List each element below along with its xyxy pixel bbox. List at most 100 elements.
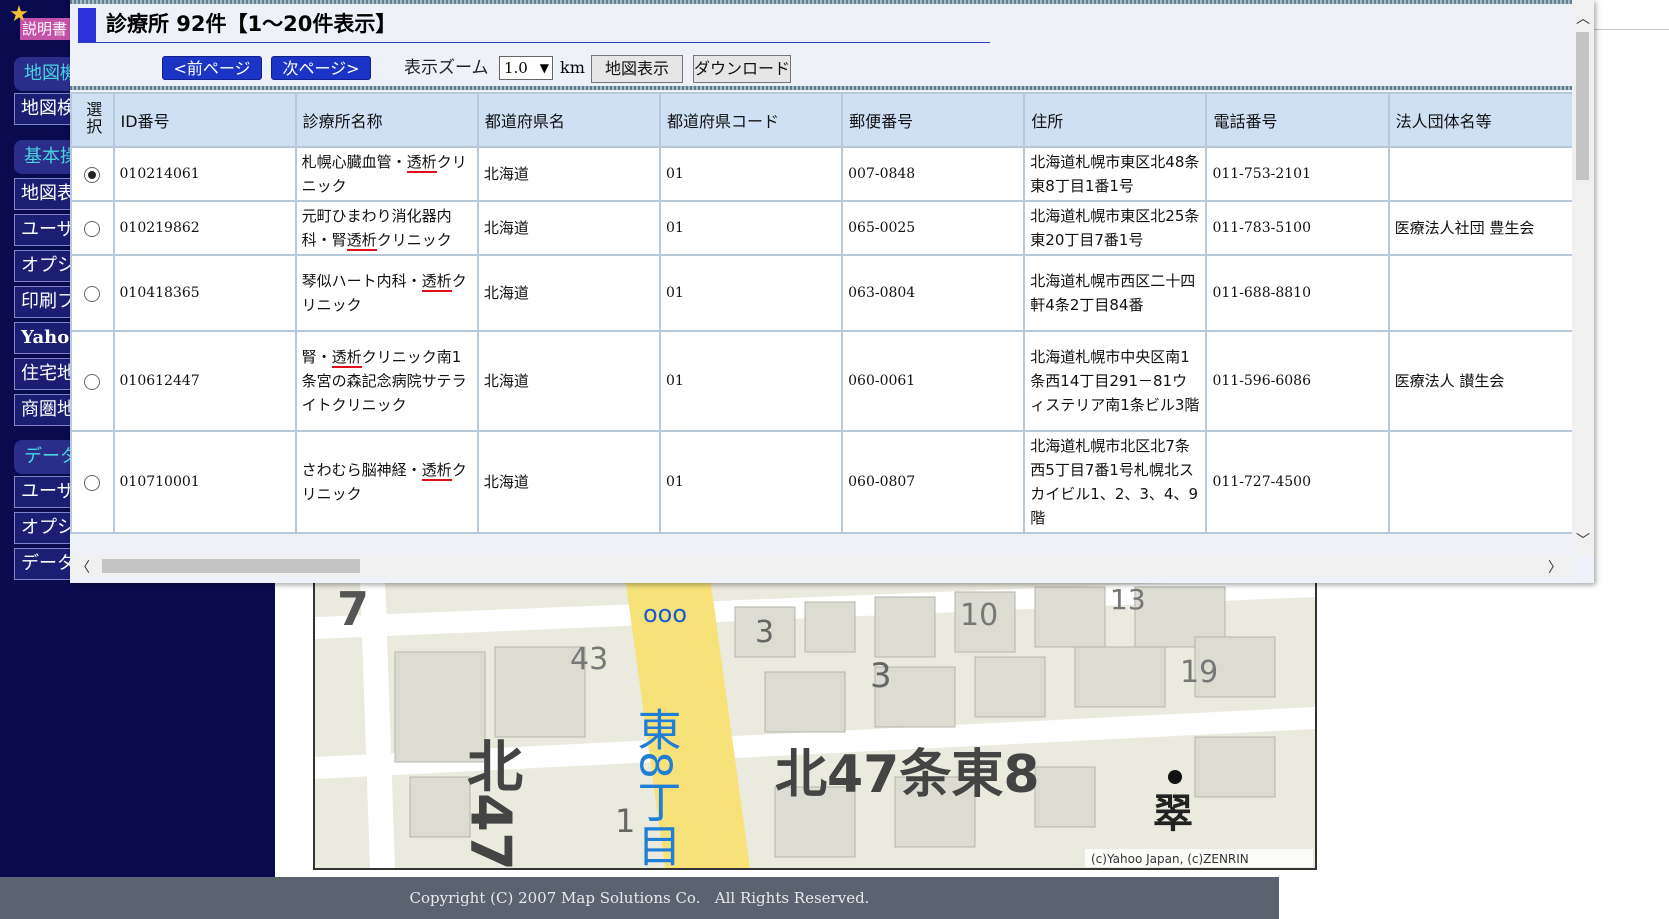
map-label-43: 43 <box>570 642 608 677</box>
scroll-down-icon[interactable]: ﹀ <box>1572 530 1594 550</box>
row-select-cell[interactable] <box>70 200 115 256</box>
cell-id: 010710001 <box>112 430 297 534</box>
zoom-label: 表示ズーム <box>404 58 489 78</box>
prev-page-button[interactable]: <前ページ <box>162 56 262 80</box>
next-page-button[interactable]: 次ページ> <box>271 56 371 80</box>
table-row[interactable]: 010612447 腎・透析クリニック南1条宮の森記念病院サテライトクリニック 北海… <box>70 330 1572 432</box>
name-suffix: クリニック <box>376 231 452 249</box>
cell-corporation <box>1387 254 1572 332</box>
col-header-corporation: 法人団体名等 <box>1387 92 1572 148</box>
name-highlight: 透析 <box>331 348 362 368</box>
title-bar: 診療所 92件【1～20件表示】 <box>78 8 990 43</box>
cell-name: さわむら脳神経・透析クリニック <box>294 430 479 534</box>
cell-corporation: 医療法人社団 豊生会 <box>1387 200 1572 256</box>
cell-name: 腎・透析クリニック南1条宮の森記念病院サテライトクリニック <box>294 330 479 432</box>
name-highlight: 透析 <box>421 461 452 481</box>
row-select-cell[interactable] <box>70 430 115 534</box>
clinic-table: 選択 ID番号 診療所名称 都道府県名 都道府県コード 郵便番号 住所 電話番号… <box>70 92 1572 534</box>
cell-zip: 007-0848 <box>841 146 1026 202</box>
row-radio-button[interactable] <box>84 220 101 237</box>
map-label-19: 19 <box>1180 655 1218 690</box>
name-prefix: さわむら脳神経・ <box>301 461 422 479</box>
table-viewport[interactable]: 選択 ID番号 診療所名称 都道府県名 都道府県コード 郵便番号 住所 電話番号… <box>70 92 1572 555</box>
zoom-value: 1.0 <box>504 59 528 77</box>
cell-id: 010219862 <box>112 200 297 256</box>
vertical-scrollbar[interactable]: ︿ ﹀ <box>1572 0 1594 555</box>
col-header-name: 診療所名称 <box>294 92 479 148</box>
scroll-left-icon[interactable]: 〈 <box>76 557 90 577</box>
cell-phone: 011-596-6086 <box>1205 330 1390 432</box>
cell-phone: 011-783-5100 <box>1205 200 1390 256</box>
scroll-up-icon[interactable]: ︿ <box>1572 8 1594 28</box>
cell-prefecture-code: 01 <box>658 430 844 534</box>
footer-copyright: Copyright (C) 2007 Map Solutions Co. All… <box>409 889 870 907</box>
cell-corporation <box>1387 146 1572 202</box>
zoom-unit: km <box>560 58 585 77</box>
name-prefix: 琴似ハート内科・ <box>301 272 422 290</box>
subway-icon: ooo <box>643 600 687 628</box>
frame-line <box>1592 29 1669 30</box>
row-radio-button[interactable] <box>84 474 101 491</box>
download-button[interactable]: ダウンロード <box>693 55 791 83</box>
col-header-address: 住所 <box>1023 92 1208 148</box>
row-select-cell[interactable] <box>70 254 115 332</box>
cell-prefecture: 北海道 <box>476 430 661 534</box>
cell-zip: 063-0804 <box>841 254 1026 332</box>
cell-prefecture: 北海道 <box>476 330 661 432</box>
cell-zip: 060-0807 <box>841 430 1026 534</box>
cell-prefecture-code: 01 <box>658 254 844 332</box>
col-header-phone: 電話番号 <box>1205 92 1390 148</box>
map-area-name: 北47条東8 <box>775 745 1040 805</box>
cell-zip: 060-0061 <box>841 330 1026 432</box>
cell-phone: 011-727-4500 <box>1205 430 1390 534</box>
cell-prefecture: 北海道 <box>476 254 661 332</box>
scroll-right-icon[interactable]: 〉 <box>1548 557 1562 577</box>
map-view[interactable]: 7 ooo 3 10 13 43 3 19 東8丁目 北47 1 北47条東8 … <box>313 575 1317 870</box>
cell-address: 北海道札幌市中央区南1条西14丁目291－81ウィステリア南1条ビル3階 <box>1023 330 1208 432</box>
cell-id: 010214061 <box>112 146 297 202</box>
col-header-prefecture-code: 都道府県コード <box>658 92 844 148</box>
cell-prefecture-code: 01 <box>658 330 844 432</box>
map-label-13: 13 <box>1110 583 1146 616</box>
vertical-scroll-thumb[interactable] <box>1576 32 1589 180</box>
map-label-7: 7 <box>337 582 369 636</box>
clinic-list-popup: 診療所 92件【1～20件表示】 <前ページ 次ページ> 表示ズーム 1.0 ▼… <box>70 0 1594 583</box>
col-header-zip: 郵便番号 <box>841 92 1026 148</box>
map-copyright: (c)Yahoo Japan, (c)ZENRIN <box>1091 852 1249 866</box>
map-label-kita47: 北47 <box>458 737 523 868</box>
map-label-1: 1 <box>615 802 635 840</box>
cell-phone: 011-688-8810 <box>1205 254 1390 332</box>
cell-corporation: 医療法人 讃生会 <box>1387 330 1572 432</box>
name-highlight: 透析 <box>346 231 377 251</box>
page-footer: Copyright (C) 2007 Map Solutions Co. All… <box>0 877 1279 919</box>
table-row[interactable]: 010219862 元町ひまわり消化器内科・腎透析クリニック 北海道 01 065-00… <box>70 200 1572 256</box>
cell-zip: 065-0025 <box>841 200 1026 256</box>
horizontal-scroll-thumb[interactable] <box>102 559 360 573</box>
road-label-higashi8: 東8丁目 <box>630 707 681 867</box>
table-row[interactable]: 010710001 さわむら脳神経・透析クリニック 北海道 01 060-0807 北海道… <box>70 430 1572 534</box>
cell-phone: 011-753-2101 <box>1205 146 1390 202</box>
table-row[interactable]: 010214061 札幌心臓血管・透析クリニック 北海道 01 007-0848 北海道札… <box>70 146 1572 202</box>
row-radio-button[interactable] <box>84 285 101 302</box>
page-title: 診療所 92件【1～20件表示】 <box>106 12 397 36</box>
cell-address: 北海道札幌市東区北25条東20丁目7番1号 <box>1023 200 1208 256</box>
row-radio-button[interactable] <box>84 373 101 390</box>
map-display-button[interactable]: 地図表示 <box>591 55 683 83</box>
col-header-prefecture: 都道府県名 <box>476 92 661 148</box>
row-radio-button[interactable] <box>84 166 101 183</box>
row-select-cell[interactable] <box>70 146 115 202</box>
map-label-3b: 3 <box>870 656 892 696</box>
row-select-cell[interactable] <box>70 330 115 432</box>
cell-name: 札幌心臓血管・透析クリニック <box>294 146 479 202</box>
cell-address: 北海道札幌市西区二十四軒4条2丁目84番 <box>1023 254 1208 332</box>
map-label-3a: 3 <box>755 615 774 650</box>
cell-name: 琴似ハート内科・透析クリニック <box>294 254 479 332</box>
table-row[interactable]: 010418365 琴似ハート内科・透析クリニック 北海道 01 063-0804 北海道… <box>70 254 1572 332</box>
col-header-select: 選択 <box>70 92 115 148</box>
zoom-select[interactable]: 1.0 ▼ <box>499 56 553 80</box>
map-label-kanji: 翠 <box>1153 791 1193 837</box>
name-prefix: 腎・ <box>301 348 332 366</box>
top-divider <box>70 0 1572 4</box>
horizontal-scrollbar[interactable]: 〈 〉 <box>70 555 1572 577</box>
star-icon: ★ <box>9 2 29 27</box>
